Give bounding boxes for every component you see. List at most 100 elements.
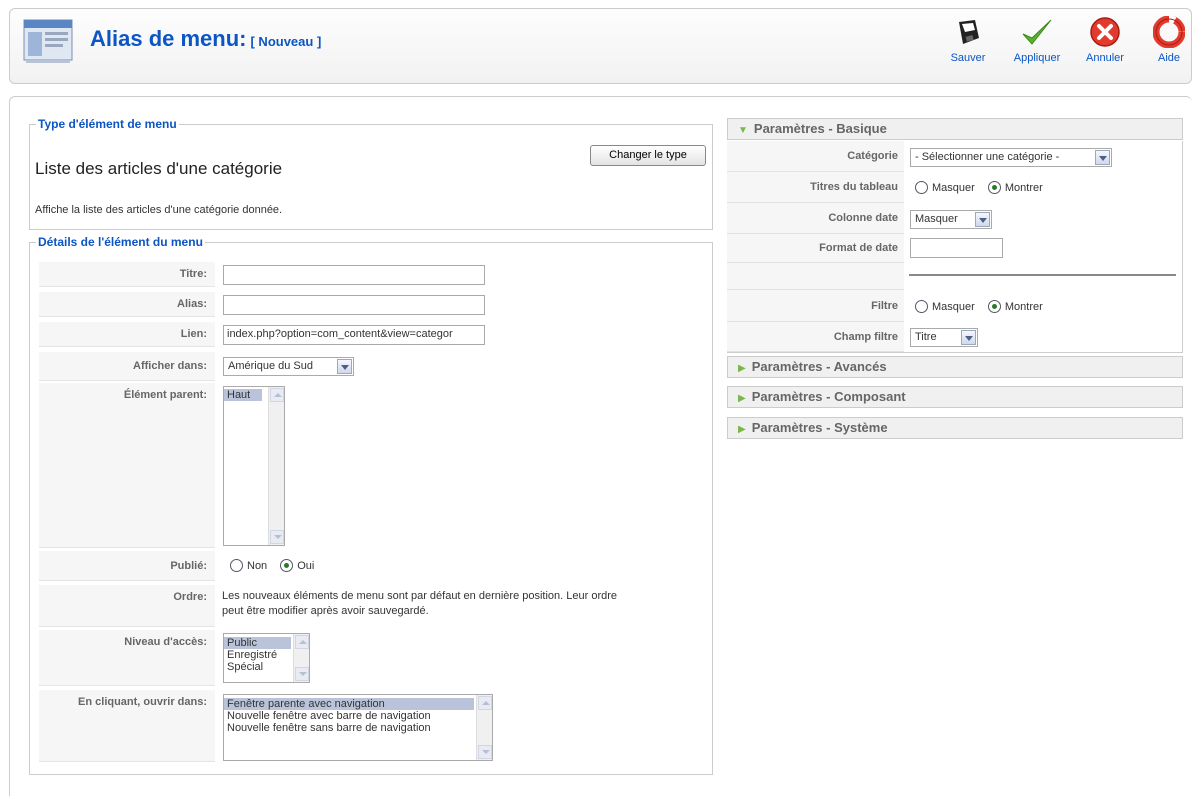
open-in-option-new-with-nav[interactable]: Nouvelle fenêtre avec barre de navigatio… (224, 710, 474, 722)
params-component-header[interactable]: ▶ Paramètres - Composant (727, 386, 1183, 408)
chevron-down-icon[interactable] (1095, 150, 1110, 165)
open-in-option-new-without-nav[interactable]: Nouvelle fenêtre sans barre de navigatio… (224, 722, 474, 734)
filter-label: Filtre (727, 290, 904, 322)
link-label: Lien: (39, 322, 215, 347)
date-format-input[interactable] (910, 238, 1003, 258)
open-in-scrollbar[interactable] (476, 695, 492, 760)
params-basic-header[interactable]: ▼ Paramètres - Basique (727, 118, 1183, 140)
floppy-disk-icon (959, 20, 979, 44)
params-system-header[interactable]: ▶ Paramètres - Système (727, 417, 1183, 439)
date-column-select[interactable]: Masquer (910, 210, 992, 229)
access-label: Niveau d'accès: (39, 630, 215, 686)
menu-page-icon (23, 19, 73, 63)
table-titles-label: Titres du tableau (727, 172, 904, 203)
parent-listbox[interactable]: Haut (223, 386, 285, 546)
filter-radio-show[interactable] (987, 300, 1001, 313)
params-advanced-header[interactable]: ▶ Paramètres - Avancés (727, 356, 1183, 378)
checkmark-icon (1022, 19, 1052, 45)
parent-option[interactable]: Haut (224, 389, 262, 401)
params-basic-title: Paramètres - Basique (753, 121, 887, 136)
chevron-down-icon[interactable] (337, 359, 352, 374)
triangle-right-icon: ▶ (738, 424, 746, 435)
menu-type-legend: Type d'élément de menu (38, 117, 177, 131)
title-label: Titre: (39, 262, 215, 287)
access-listbox[interactable]: Public Enregistré Spécial (223, 633, 310, 683)
table-titles-radio-group: Masquer Montrer (915, 181, 1053, 194)
parent-label: Élément parent: (39, 383, 215, 548)
open-in-listbox[interactable]: Fenêtre parente avec navigation Nouvelle… (223, 694, 493, 761)
published-radio-no[interactable] (230, 559, 243, 572)
cancel-button-label: Annuler (1086, 52, 1124, 64)
chevron-down-icon[interactable] (961, 330, 976, 345)
open-in-label: En cliquant, ouvrir dans: (39, 690, 215, 762)
params-component-title: Paramètres - Composant (751, 389, 906, 404)
access-option-public[interactable]: Public (224, 637, 291, 649)
open-in-option-parent[interactable]: Fenêtre parente avec navigation (224, 698, 474, 710)
table-titles-option-hide: Masquer (932, 181, 975, 194)
cancel-icon (1090, 17, 1120, 47)
scroll-up-icon[interactable] (478, 696, 492, 710)
page-title: Alias de menu:[ Nouveau ] (90, 26, 321, 52)
apply-button-label: Appliquer (1013, 52, 1061, 64)
display-in-label: Afficher dans: (39, 352, 215, 381)
scroll-down-icon[interactable] (295, 667, 309, 681)
apply-button[interactable]: Appliquer (1008, 16, 1066, 64)
alias-label: Alias: (39, 292, 215, 317)
scroll-up-icon[interactable] (295, 635, 309, 649)
category-label: Catégorie (727, 141, 904, 172)
menu-type-description: Affiche la liste des articles d'une caté… (35, 204, 283, 216)
category-value: - Sélectionner une catégorie - (915, 151, 1060, 163)
open-in-options: Fenêtre parente avec navigation Nouvelle… (224, 698, 474, 734)
access-scrollbar[interactable] (293, 634, 309, 682)
filter-field-label: Champ filtre (727, 322, 904, 352)
params-system-title: Paramètres - Système (751, 420, 888, 435)
display-in-select[interactable]: Amérique du Sud (223, 357, 354, 376)
date-column-value: Masquer (915, 213, 958, 225)
scroll-down-icon[interactable] (270, 530, 284, 544)
lifebuoy-icon (1153, 16, 1185, 48)
separator-line (909, 274, 1176, 276)
table-titles-radio-show[interactable] (987, 181, 1001, 194)
order-text-line1: Les nouveaux éléments de menu sont par d… (222, 590, 618, 602)
table-titles-radio-hide[interactable] (915, 181, 928, 194)
triangle-right-icon: ▶ (738, 393, 746, 404)
params-advanced-title: Paramètres - Avancés (751, 359, 887, 374)
change-type-button[interactable]: Changer le type (590, 145, 706, 166)
order-label: Ordre: (39, 585, 215, 627)
access-options: Public Enregistré Spécial (224, 637, 291, 673)
date-format-label: Format de date (727, 234, 904, 263)
save-button-label: Sauver (950, 52, 986, 64)
separator-label-cell (727, 263, 904, 290)
scroll-up-icon[interactable] (270, 388, 284, 402)
scroll-down-icon[interactable] (478, 745, 492, 759)
published-option-no: Non (247, 559, 268, 572)
table-titles-option-show: Montrer (1004, 181, 1043, 194)
page-title-text: Alias de menu: (90, 26, 247, 51)
link-input[interactable]: index.php?option=com_content&view=catego… (223, 325, 485, 345)
menu-details-legend: Détails de l'élément du menu (38, 235, 203, 249)
access-option-registered[interactable]: Enregistré (224, 649, 291, 661)
published-radio-yes[interactable] (280, 559, 294, 572)
help-button[interactable]: Aide (1152, 16, 1186, 64)
date-column-label: Colonne date (727, 203, 904, 234)
filter-field-select[interactable]: Titre (910, 328, 978, 347)
published-option-yes: Oui (297, 559, 315, 572)
access-option-special[interactable]: Spécial (224, 661, 291, 673)
save-button[interactable]: Sauver (946, 16, 990, 64)
category-select[interactable]: - Sélectionner une catégorie - (910, 148, 1112, 167)
filter-radio-group: Masquer Montrer (915, 300, 1053, 313)
parent-scrollbar[interactable] (268, 387, 284, 545)
title-input[interactable] (223, 265, 485, 285)
order-text-line2: peut être modifier après avoir sauvegard… (222, 605, 429, 617)
published-radio-group: Non Oui (230, 559, 324, 572)
published-label: Publié: (39, 551, 215, 581)
cancel-button[interactable]: Annuler (1083, 16, 1127, 64)
help-button-label: Aide (1157, 52, 1181, 64)
triangle-down-icon: ▼ (738, 125, 748, 136)
alias-input[interactable] (223, 295, 485, 315)
filter-radio-hide[interactable] (915, 300, 928, 313)
page-title-status: [ Nouveau ] (250, 34, 322, 49)
chevron-down-icon[interactable] (975, 212, 990, 227)
triangle-right-icon: ▶ (738, 363, 746, 374)
display-in-value: Amérique du Sud (228, 360, 313, 372)
